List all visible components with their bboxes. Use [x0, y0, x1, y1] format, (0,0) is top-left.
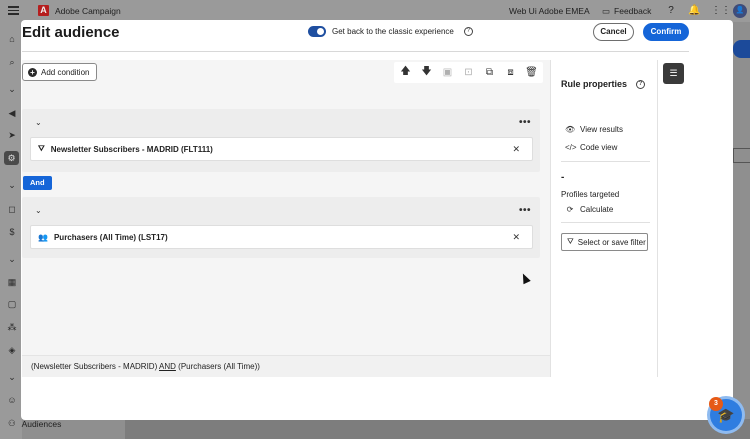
workflows-icon[interactable]: ⚙ [4, 151, 19, 165]
more-options-icon[interactable]: ••• [519, 205, 531, 216]
filter-icon: ⛛ [567, 237, 574, 246]
offers-icon[interactable]: $ [6, 227, 18, 238]
org-switcher[interactable]: Web Ui Adobe EMEA [509, 6, 590, 16]
rule-properties-title-text: Rule properties [561, 79, 628, 89]
help-circle-icon[interactable]: ? [636, 79, 646, 89]
app-header: A Adobe Campaign Web Ui Adobe EMEA ▭ Fee… [0, 0, 750, 22]
notifications-bell-icon[interactable]: 🔔 [688, 5, 700, 17]
condition-row[interactable]: 👥 Purchasers (All Time) (LST17) ✕ [30, 225, 533, 249]
explore-icon[interactable]: ⌕ [6, 57, 18, 68]
move-up-icon[interactable]: 🡅 [396, 63, 415, 82]
side-navigation: ⌂ ⌕ ⌄ ◀ ➤ ⚙ ⌄ ◻ $ ⌄ ▦ ▢ ⁂ ◈ ⌄ ☺ [0, 22, 22, 439]
remove-condition-icon[interactable]: ✕ [512, 144, 520, 155]
messages-icon[interactable]: ◻ [6, 204, 18, 215]
privacy-icon[interactable]: ◈ [6, 345, 18, 356]
more-options-icon[interactable]: ••• [519, 117, 531, 128]
code-icon: </> [565, 143, 577, 152]
feedback-icon: ▭ [602, 5, 611, 16]
notification-badge: 3 [709, 397, 723, 411]
group-icon[interactable]: ▣ [438, 63, 457, 82]
chevron-down-icon[interactable]: ⌄ [35, 207, 43, 215]
divider [561, 222, 650, 223]
rule-properties-panel [550, 60, 658, 377]
summary-part-1: (Newsletter Subscribers - MADRID) [31, 362, 158, 371]
hamburger-menu-icon[interactable] [8, 6, 19, 15]
help-icon[interactable]: ? [665, 5, 677, 17]
properties-panel-toggle-icon[interactable]: ☰ [663, 63, 684, 84]
chevron-down-icon[interactable]: ⌄ [6, 180, 18, 191]
eye-icon: 👁 [565, 125, 576, 134]
add-condition-label: Add condition [41, 67, 90, 77]
chevron-down-icon[interactable]: ⌄ [35, 119, 43, 127]
background-panel [125, 419, 750, 439]
chevron-down-icon[interactable]: ⌄ [6, 254, 18, 265]
analytics-icon[interactable]: ⁂ [6, 322, 18, 333]
add-condition-button[interactable]: + Add condition [22, 63, 98, 81]
audiences-icon: ⚇ [8, 418, 16, 428]
sidebar-item-label: Audiences [21, 418, 62, 429]
avatar[interactable]: 👤 [733, 4, 747, 18]
code-view-label: Code view [580, 143, 618, 152]
remove-condition-icon[interactable]: ✕ [512, 232, 520, 243]
select-or-save-filter-label: Select or save filter [577, 237, 646, 247]
help-circle-icon[interactable]: ? [463, 27, 473, 36]
condition-group: ⌄ ••• ⛛ Newsletter Subscribers - MADRID … [22, 109, 540, 172]
feedback-button[interactable]: ▭ Feedback [598, 4, 655, 18]
code-view-button[interactable]: </> Code view [565, 143, 617, 152]
duplicate-icon[interactable]: ⧉ [480, 63, 499, 82]
summary-part-2: (Purchasers (All Time)) [178, 362, 260, 371]
assets-icon[interactable]: ▢ [6, 299, 18, 310]
profiles-targeted-label: Profiles targeted [561, 190, 620, 199]
divider [22, 51, 689, 52]
calculate-button[interactable]: ⟳ Calculate [565, 205, 614, 214]
calculate-label: Calculate [580, 205, 614, 214]
delete-icon[interactable]: 🗑 [522, 63, 541, 82]
cancel-button[interactable]: Cancel [593, 23, 634, 41]
condition-row[interactable]: ⛛ Newsletter Subscribers - MADRID (FLT11… [30, 137, 533, 161]
background-button [733, 40, 750, 58]
profiles-icon[interactable]: ☺ [6, 395, 18, 406]
refresh-icon: ⟳ [566, 205, 574, 214]
profiles-count: - [561, 172, 565, 183]
chevron-down-icon[interactable]: ⌄ [6, 372, 18, 383]
classic-experience-toggle[interactable] [308, 26, 326, 37]
audience-icon: 👥 [38, 232, 48, 242]
view-results-label: View results [580, 125, 623, 134]
and-operator-button[interactable]: And [23, 176, 52, 190]
summary-operator: AND [159, 362, 176, 371]
condition-group: ⌄ ••• 👥 Purchasers (All Time) (LST17) ✕ [22, 197, 540, 258]
view-results-button[interactable]: 👁 View results [565, 125, 623, 134]
select-or-save-filter-button[interactable]: ⛛ Select or save filter [561, 233, 648, 251]
classic-experience-toggle-row: Get back to the classic experience ? [308, 26, 473, 37]
divider [561, 161, 650, 162]
campaigns-icon[interactable]: ◀ [6, 108, 18, 119]
condition-label: Newsletter Subscribers - MADRID (FLT111) [50, 144, 213, 154]
dialog-title: Edit audience [22, 24, 120, 41]
deliveries-icon[interactable]: ➤ [6, 130, 18, 141]
adobe-logo: A [38, 5, 49, 16]
classic-experience-label: Get back to the classic experience [332, 27, 454, 36]
copy-icon[interactable]: ⧈ [501, 63, 520, 82]
app-name: Adobe Campaign [55, 6, 121, 16]
home-icon[interactable]: ⌂ [6, 34, 18, 45]
feedback-label: Feedback [614, 6, 652, 16]
reports-icon[interactable]: ▦ [6, 277, 18, 288]
ungroup-icon[interactable]: ⊡ [459, 63, 478, 82]
confirm-button[interactable]: Confirm [643, 23, 689, 41]
add-circle-icon: + [28, 67, 37, 77]
rule-properties-title: Rule properties ? [561, 79, 646, 89]
apps-grid-icon[interactable]: ⋮⋮ [711, 5, 731, 17]
move-down-icon[interactable]: 🡇 [417, 63, 436, 82]
rule-toolbar: 🡅 🡇 ▣ ⊡ ⧉ ⧈ 🗑 [394, 62, 543, 83]
chevron-down-icon[interactable]: ⌄ [6, 84, 18, 95]
rule-summary: (Newsletter Subscribers - MADRID) AND (P… [22, 355, 550, 377]
background-field [733, 148, 750, 163]
filter-icon: ⛛ [38, 144, 45, 153]
condition-label: Purchasers (All Time) (LST17) [53, 232, 168, 242]
